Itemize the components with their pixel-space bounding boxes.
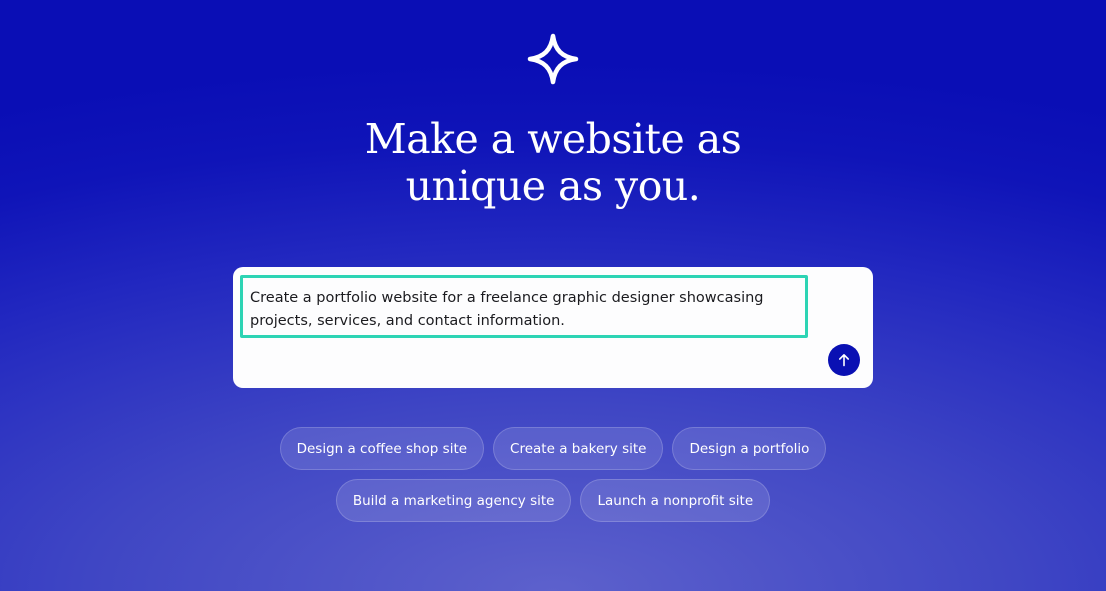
suggestion-chips: Design a coffee shop site Create a baker… <box>0 427 1106 531</box>
suggestion-chip-coffee-shop[interactable]: Design a coffee shop site <box>279 427 485 470</box>
send-button[interactable] <box>828 344 860 376</box>
prompt-card: Create a portfolio website for a freelan… <box>233 267 873 388</box>
suggestion-chip-nonprofit[interactable]: Launch a nonprofit site <box>580 479 771 522</box>
suggestion-chip-marketing-agency[interactable]: Build a marketing agency site <box>335 479 572 522</box>
suggestion-row-1: Design a coffee shop site Create a baker… <box>0 427 1106 470</box>
prompt-input[interactable]: Create a portfolio website for a freelan… <box>240 275 808 338</box>
hero-heading-line-1: Make a website as <box>364 115 742 163</box>
arrow-up-icon <box>839 354 849 367</box>
suggestion-chip-bakery[interactable]: Create a bakery site <box>493 427 664 470</box>
hero-heading: Make a website as unique as you. <box>0 116 1106 210</box>
hero-heading-line-2: unique as you. <box>405 162 701 210</box>
sparkle-star-icon <box>527 33 579 85</box>
suggestion-chip-portfolio[interactable]: Design a portfolio <box>672 427 827 470</box>
suggestion-row-2: Build a marketing agency site Launch a n… <box>0 479 1106 522</box>
